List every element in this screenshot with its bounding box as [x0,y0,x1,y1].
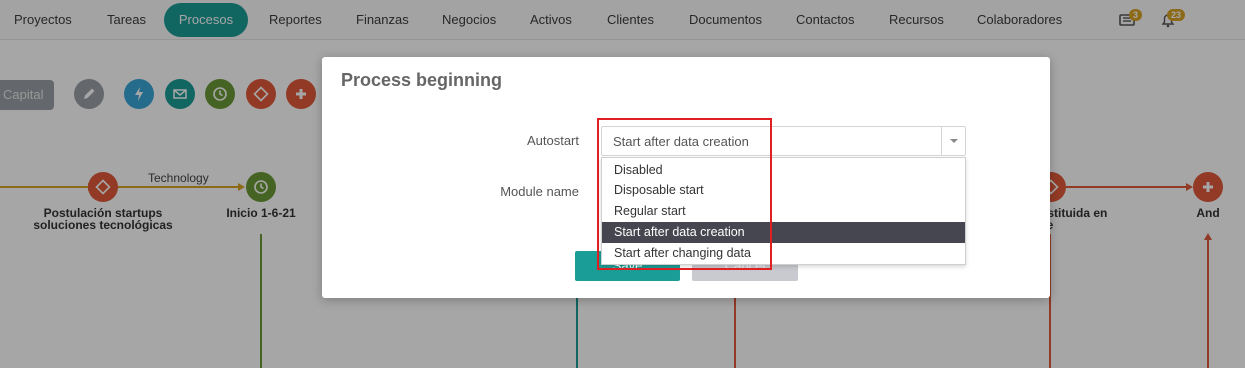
autostart-label: Autostart [526,133,579,148]
chevron-down-icon[interactable] [941,127,965,155]
modal-title: Process beginning [341,70,503,90]
module-name-label: Module name [500,184,579,199]
highlight-box [597,118,772,270]
